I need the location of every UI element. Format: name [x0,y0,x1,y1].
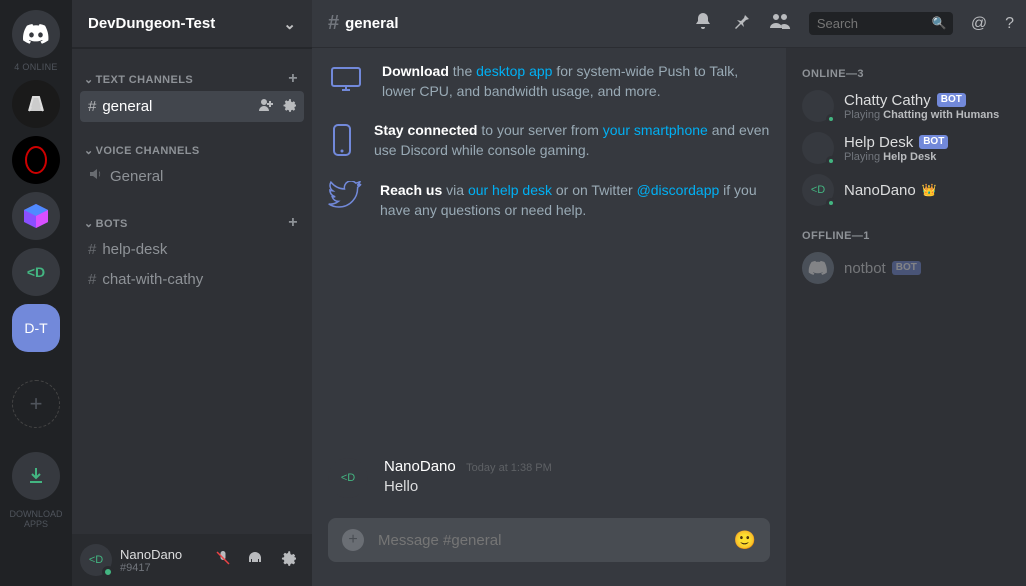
status-online-icon [826,156,836,166]
pin-icon[interactable] [731,11,751,36]
help-icon[interactable]: ? [1005,15,1014,33]
guild-icon [21,89,51,119]
hash-icon: # [88,98,96,115]
message-composer: + 🙂 [328,518,770,562]
chevron-down-icon: ⌄ [84,145,94,157]
guild-item[interactable] [12,136,60,184]
channel-title: general [345,15,398,32]
discord-logo-icon [808,260,828,276]
settings-gear-icon[interactable] [278,549,296,572]
self-username: NanoDano [120,547,182,562]
smartphone-link[interactable]: your smartphone [603,122,708,138]
phone-icon [328,121,356,161]
members-list: ONLINE—3 Chatty CathyBOT Playing Chattin… [786,48,1026,586]
bell-icon[interactable] [693,11,713,36]
add-server-button[interactable]: + [12,380,60,428]
message-body: Hello [384,478,552,495]
search-icon: 🔍 [932,16,947,30]
invite-icon[interactable] [258,97,274,116]
channel-chat-with-cathy[interactable]: # chat-with-cathy [80,265,304,294]
server-name: DevDungeon-Test [88,15,215,32]
guild-item[interactable] [12,192,60,240]
home-button[interactable] [12,10,60,58]
guild-icon [21,145,51,175]
mentions-icon[interactable]: @ [971,15,987,33]
add-channel-button[interactable]: + [288,70,298,88]
attach-button[interactable]: + [342,529,364,551]
bot-badge: BOT [937,93,966,107]
message-timestamp: Today at 1:38 PM [466,462,552,474]
voice-channel-general[interactable]: General [80,160,304,192]
download-apps-button[interactable] [12,452,60,500]
member-notbot[interactable]: notbotBOT [794,248,1018,288]
mute-icon[interactable] [214,549,232,572]
bot-badge: BOT [919,135,948,149]
hash-icon: # [88,271,96,288]
guild-item[interactable]: <D [12,248,60,296]
emoji-picker-icon[interactable]: 🙂 [734,530,756,551]
channel-general[interactable]: # general [80,91,304,122]
deafen-icon[interactable] [246,549,264,572]
self-avatar[interactable]: <D [80,544,112,576]
guild-icon [22,202,50,230]
chevron-down-icon: ⌄ [84,74,94,86]
desktop-app-link[interactable]: desktop app [476,63,552,79]
chat-message: <D NanoDano Today at 1:38 PM Hello [328,458,770,498]
chevron-down-icon: ⌄ [84,218,94,230]
status-online-icon [102,566,114,578]
member-help-desk[interactable]: Help DeskBOT Playing Help Desk [794,128,1018,168]
message-input[interactable] [378,532,734,549]
status-online-icon [826,198,836,208]
gear-icon[interactable] [280,97,296,116]
channel-help-desk[interactable]: # help-desk [80,235,304,264]
message-author[interactable]: NanoDano [384,458,456,475]
download-icon [26,466,46,486]
guild-item-active[interactable]: D-T [12,304,60,352]
member-nanodano[interactable]: <D NanoDano👑 [794,170,1018,210]
hash-icon: # [328,12,339,35]
members-online-header: ONLINE—3 [794,68,1018,86]
message-avatar[interactable]: <D [328,458,368,498]
twitter-icon [328,181,362,220]
self-discriminator: #9417 [120,562,182,574]
category-voice-channels[interactable]: ⌄VOICE CHANNELS [80,138,304,159]
discordapp-link[interactable]: @discordapp [637,182,720,198]
speaker-icon [88,166,104,186]
add-channel-button[interactable]: + [288,214,298,232]
channel-header: # general 🔍 @ ? [312,0,1026,48]
monitor-icon [328,62,364,101]
download-apps-label: DOWNLOAD APPS [0,510,72,530]
members-offline-header: OFFLINE—1 [794,230,1018,248]
status-online-icon [826,114,836,124]
guild-item[interactable] [12,80,60,128]
bot-badge: BOT [892,261,921,275]
discord-logo-icon [22,20,50,48]
members-toggle-icon[interactable] [769,11,791,36]
welcome-tips: Download the desktop app for system-wide… [328,48,770,230]
chevron-down-icon: ⌄ [283,15,296,33]
avatar [802,90,834,122]
category-text-channels[interactable]: ⌄TEXT CHANNELS + [80,64,304,90]
hash-icon: # [88,241,96,258]
avatar: <D [802,174,834,206]
crown-icon: 👑 [922,183,937,197]
help-desk-link[interactable]: our help desk [468,182,552,198]
member-chatty-cathy[interactable]: Chatty CathyBOT Playing Chatting with Hu… [794,86,1018,126]
category-bots[interactable]: ⌄BOTS + [80,208,304,234]
server-header[interactable]: DevDungeon-Test ⌄ [72,0,312,48]
avatar [802,132,834,164]
online-count-label: 4 ONLINE [14,62,57,72]
user-panel: <D NanoDano #9417 [72,534,312,586]
avatar [802,252,834,284]
